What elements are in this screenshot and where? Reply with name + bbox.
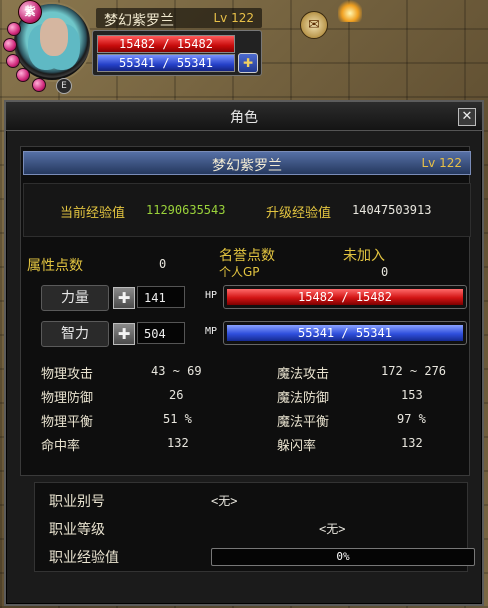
honor-points-label: 名誉点数 <box>219 248 275 264</box>
hit-rate-label: 命中率 <box>41 439 81 454</box>
job-title-label: 职业别号 <box>49 494 105 510</box>
magic-balance-label: 魔法平衡 <box>277 415 330 430</box>
buff-orb-icon[interactable] <box>3 38 17 52</box>
hud-player-level: Lv 122 <box>213 11 254 25</box>
phys-attack-value: 43 ~ 69 <box>151 364 202 378</box>
intellect-value: 504 <box>137 322 185 344</box>
mp-label: MP <box>205 326 218 337</box>
buff-orb-icon[interactable] <box>7 22 21 36</box>
hp-bar: 15482 / 15482 <box>223 285 467 309</box>
personal-gp-value: 0 <box>381 265 389 279</box>
experience-box: 当前经验值 11290635543 升级经验值 14047503913 <box>23 183 471 237</box>
hud-bars: 15482 / 15482 55341 / 55341 ✚ <box>92 30 262 76</box>
hud-mp-bar: 55341 / 55341 <box>97 54 235 72</box>
honor-points-value: 未加入 <box>343 248 385 264</box>
hp-label: HP <box>205 290 218 301</box>
magic-balance-value: 97 % <box>397 412 426 426</box>
intellect-label: 智力 <box>41 321 109 347</box>
magic-defense-label: 魔法防御 <box>277 391 330 406</box>
character-level: Lv 122 <box>421 156 462 170</box>
window-title-bar[interactable]: 角色 ✕ <box>6 102 482 131</box>
next-exp-value: 14047503913 <box>352 203 432 217</box>
hit-rate-value: 132 <box>167 436 189 450</box>
status-badge-icon[interactable]: 紫 <box>18 0 42 24</box>
mp-bar: 55341 / 55341 <box>223 321 467 345</box>
current-exp-label: 当前经验值 <box>60 206 126 221</box>
phys-balance-value: 51 % <box>163 412 192 426</box>
job-exp-bar: 0% <box>211 548 475 566</box>
attr-points-label: 属性点数 <box>27 258 83 274</box>
player-hud: 紫 E 梦幻紫罗兰 Lv 122 15482 / 15482 55341 / 5… <box>0 0 268 96</box>
hud-player-name: 梦幻紫罗兰 <box>104 13 174 29</box>
attr-points-value: 0 <box>159 257 167 271</box>
character-info-panel: 梦幻紫罗兰 Lv 122 当前经验值 11290635543 升级经验值 140… <box>20 146 471 476</box>
magic-defense-value: 153 <box>401 388 423 402</box>
dodge-rate-label: 躲闪率 <box>277 439 317 454</box>
strength-label: 力量 <box>41 285 109 311</box>
magic-attack-label: 魔法攻击 <box>277 367 330 382</box>
class-shield-icon[interactable]: ✚ <box>238 53 258 73</box>
buff-orb-icon[interactable] <box>32 78 46 92</box>
dodge-rate-value: 132 <box>401 436 423 450</box>
phys-balance-label: 物理平衡 <box>41 415 94 430</box>
phys-defense-value: 26 <box>169 388 184 402</box>
phys-defense-label: 物理防御 <box>41 391 94 406</box>
intellect-row: 智力 ✚ 504 MP 55341 / 55341 <box>41 321 469 347</box>
window-title: 角色 <box>230 110 258 126</box>
intellect-plus-button[interactable]: ✚ <box>113 323 135 345</box>
hp-bar-text: 15482 / 15482 <box>298 290 392 304</box>
phys-attack-label: 物理攻击 <box>41 367 94 382</box>
hud-name-plate: 梦幻紫罗兰 Lv 122 <box>96 8 262 29</box>
strength-value: 141 <box>137 286 185 308</box>
character-window: 角色 ✕ 梦幻紫罗兰 Lv 122 当前经验值 11290635543 升级经验… <box>4 100 484 606</box>
buff-orb-icon[interactable] <box>16 68 30 82</box>
quest-scroll-icon[interactable]: ✉ <box>300 11 328 39</box>
menu-toggle-icon[interactable]: E <box>56 78 72 94</box>
personal-gp-label: 个人GP <box>219 265 260 279</box>
job-exp-bar-text: 0% <box>336 550 350 563</box>
hud-hp-bar: 15482 / 15482 <box>97 35 235 53</box>
close-button[interactable]: ✕ <box>458 108 476 126</box>
strength-row: 力量 ✚ 141 HP 15482 / 15482 <box>41 285 469 311</box>
magic-attack-value: 172 ~ 276 <box>381 364 447 378</box>
job-exp-label: 职业经验值 <box>49 550 119 566</box>
job-level-value: <无> <box>319 522 346 536</box>
torch-flame <box>338 0 362 22</box>
job-title-value: <无> <box>211 494 238 508</box>
job-info-panel: 职业别号 <无> 职业等级 <无> 职业经验值 0% <box>34 482 475 572</box>
next-exp-label: 升级经验值 <box>266 206 332 221</box>
strength-plus-button[interactable]: ✚ <box>113 287 135 309</box>
portrait-face <box>40 18 68 56</box>
character-name: 梦幻紫罗兰 <box>212 158 282 174</box>
current-exp-value: 11290635543 <box>146 203 226 217</box>
mp-bar-text: 55341 / 55341 <box>298 326 392 340</box>
character-name-band: 梦幻紫罗兰 Lv 122 <box>23 151 471 175</box>
job-level-label: 职业等级 <box>49 522 105 538</box>
buff-orb-icon[interactable] <box>6 54 20 68</box>
